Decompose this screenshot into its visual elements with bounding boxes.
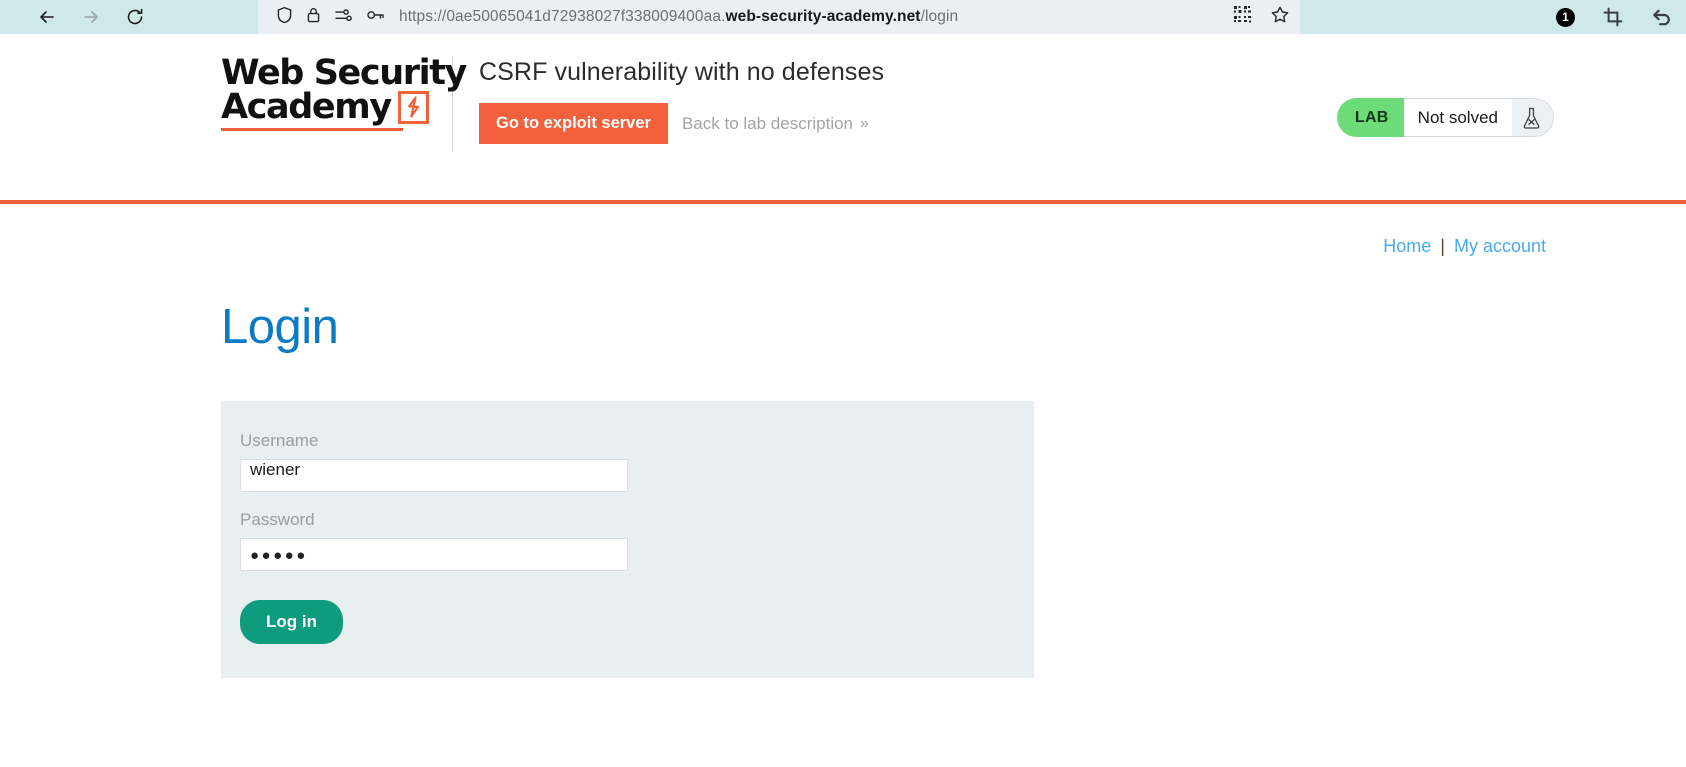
address-bar-icons — [276, 6, 385, 29]
sliders-icon[interactable] — [334, 6, 353, 29]
undo-arrow-icon[interactable] — [1651, 7, 1672, 27]
url-scheme: https:// — [399, 8, 447, 25]
password-masked-value: ●●●●● — [250, 547, 308, 564]
go-to-exploit-server-button[interactable]: Go to exploit server — [479, 103, 668, 144]
crop-icon[interactable] — [1603, 7, 1623, 27]
nav-link-home[interactable]: Home — [1383, 236, 1431, 256]
site-logo[interactable]: Web Security Academy — [221, 53, 467, 152]
back-arrow-icon[interactable] — [34, 4, 60, 30]
status-badge-state: Not solved — [1403, 98, 1512, 137]
back-link-label: Back to lab description — [681, 113, 854, 133]
login-form: Username wiener Password ●●●●● Log in — [221, 401, 1034, 678]
status-badge: LAB Not solved — [1336, 98, 1554, 137]
nav-separator: | — [1440, 236, 1445, 256]
browser-nav-buttons — [34, 4, 148, 30]
browser-extension-area: 1 — [1556, 0, 1672, 34]
logo-line-2: Academy — [221, 87, 392, 128]
lightning-bolt-icon — [397, 90, 429, 124]
page-body: Home | My account Login Username wiener Pa… — [0, 204, 1686, 767]
page-title: CSRF vulnerability with no defenses — [479, 58, 885, 86]
url-host: web-security-academy.net — [725, 8, 921, 25]
forward-arrow-icon[interactable] — [78, 4, 104, 30]
url-subdomain: 0ae50065041d72938027f338009400aa. — [446, 8, 726, 25]
reload-icon[interactable] — [122, 4, 148, 30]
lock-icon[interactable] — [306, 6, 321, 29]
browser-toolbar: https://0ae50065041d72938027f338009400aa… — [0, 0, 1686, 34]
account-nav: Home | My account — [0, 204, 1686, 257]
star-icon[interactable] — [1270, 5, 1290, 30]
back-to-lab-description-link[interactable]: Back to lab description » — [681, 113, 869, 134]
logo-line-1: Web Security — [221, 53, 467, 93]
status-badge-tag: LAB — [1336, 98, 1404, 137]
address-bar[interactable]: https://0ae50065041d72938027f338009400aa… — [258, 0, 1300, 34]
address-bar-actions — [1233, 0, 1290, 34]
password-label: Password — [240, 510, 315, 529]
nav-link-my-account[interactable]: My account — [1454, 236, 1546, 256]
lab-header: Web Security Academy CSRF vulnerability … — [0, 34, 1686, 204]
chevron-right-icon: » — [860, 114, 869, 132]
password-input[interactable]: ●●●●● — [240, 538, 628, 571]
login-heading: Login — [221, 300, 339, 354]
flask-icon[interactable] — [1512, 98, 1554, 137]
username-input[interactable]: wiener — [240, 459, 628, 492]
url-path: /login — [920, 8, 959, 25]
url-text[interactable]: https://0ae50065041d72938027f338009400aa… — [399, 8, 958, 26]
notification-badge[interactable]: 1 — [1556, 7, 1575, 27]
shield-icon[interactable] — [276, 6, 293, 29]
logo-underline — [221, 127, 403, 131]
username-label: Username — [240, 431, 319, 450]
log-in-button[interactable]: Log in — [240, 600, 343, 644]
key-icon[interactable] — [366, 6, 385, 29]
qr-code-icon[interactable] — [1233, 5, 1252, 29]
